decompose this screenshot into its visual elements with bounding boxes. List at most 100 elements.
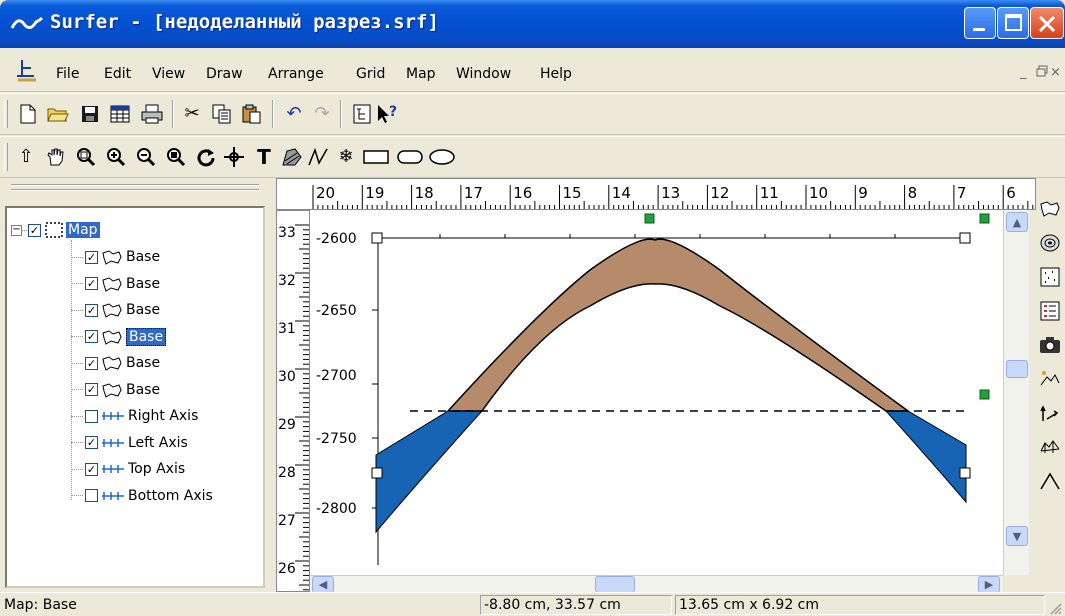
mdi-minimize-button[interactable]: _ [1020, 65, 1027, 80]
zoom-rectangle-icon[interactable] [74, 145, 98, 169]
visibility-checkbox[interactable]: ✓ [85, 462, 98, 476]
base-map-icon[interactable] [1037, 196, 1063, 222]
object-tree: − ✓ Map ✓ Base ✓ Base ✓ Base ✓ Base ✓ Base ✓ Base Ri… [5, 206, 265, 588]
save-icon[interactable] [78, 102, 102, 126]
scroll-up-button[interactable]: ▲ [1006, 212, 1028, 232]
axis-icon [102, 491, 124, 500]
rectangle-tool-icon[interactable] [362, 145, 390, 169]
copy-icon[interactable] [210, 102, 234, 126]
close-button[interactable] [1030, 7, 1064, 39]
mdi-close-button[interactable]: × [1050, 65, 1061, 80]
rounded-rectangle-tool-icon[interactable] [396, 145, 424, 169]
tree-item-base[interactable]: ✓ Base [71, 379, 160, 401]
select-arrow-icon[interactable]: ⇧ [14, 145, 38, 169]
tree-item-base[interactable]: ✓ Base [71, 326, 167, 348]
menu-grid[interactable]: Grid [356, 66, 385, 82]
menu-edit[interactable]: Edit [104, 66, 131, 82]
tree-item-axis[interactable]: ✓ Left Axis [71, 432, 188, 454]
tree-item-base[interactable]: ✓ Base [71, 299, 160, 321]
visibility-checkbox[interactable] [85, 489, 98, 502]
tree-item-map[interactable]: − ✓ Map [11, 219, 100, 241]
zoom-out-icon[interactable] [134, 145, 158, 169]
horizontal-scrollbar[interactable]: ◀ ▶ [310, 575, 1003, 593]
worksheet-icon[interactable] [108, 102, 132, 126]
redraw-icon[interactable] [194, 145, 218, 169]
scroll-right-button[interactable]: ▶ [978, 576, 1000, 593]
tree-item-label: Right Axis [128, 408, 199, 424]
tree-item-axis[interactable]: Right Axis [71, 405, 198, 427]
visibility-checkbox[interactable]: ✓ [85, 356, 98, 370]
move-icon[interactable] [222, 145, 246, 169]
scroll-down-button[interactable]: ▼ [1006, 526, 1028, 546]
horizontal-scroll-thumb[interactable] [595, 576, 635, 593]
toolbar-grip[interactable] [4, 100, 8, 128]
polyline-tool-icon[interactable] [306, 145, 330, 169]
visibility-checkbox[interactable]: ✓ [85, 436, 98, 449]
polygon-tool-icon[interactable] [280, 145, 304, 169]
horizontal-ruler: 20 19 18 17 16 15 14 13 12 11 10 9 8 7 6 [276, 178, 1036, 210]
zoom-page-icon[interactable] [164, 145, 188, 169]
tree-item-axis[interactable]: Bottom Axis [71, 485, 213, 507]
resize-grip-icon[interactable] [1048, 601, 1062, 615]
classed-post-icon[interactable] [1037, 298, 1063, 324]
zoom-in-icon[interactable] [104, 145, 128, 169]
text-tool-icon[interactable]: T [252, 145, 276, 169]
plot-canvas[interactable]: -2600 -2650 -2700 -2750 -2800 [310, 210, 1003, 575]
visibility-checkbox[interactable] [85, 409, 98, 423]
visibility-checkbox[interactable]: ✓ [85, 383, 98, 396]
menu-view[interactable]: View [152, 66, 185, 82]
document-icon [17, 60, 36, 82]
mdi-restore-button[interactable] [1036, 65, 1048, 81]
help-pointer-icon[interactable]: ? [376, 102, 400, 126]
menu-arrange[interactable]: Arrange [268, 66, 324, 82]
toolbar-grip[interactable] [4, 143, 8, 171]
open-icon[interactable] [46, 102, 70, 126]
tree-item-axis[interactable]: ✓ Top Axis [71, 458, 185, 480]
visibility-checkbox[interactable]: ✓ [85, 250, 98, 264]
tree-item-base[interactable]: ✓ Base [71, 352, 160, 374]
minimize-button[interactable] [964, 7, 996, 39]
visibility-checkbox[interactable]: ✓ [85, 330, 98, 343]
cut-icon[interactable]: ✂ [180, 102, 204, 126]
menu-file[interactable]: File [56, 66, 79, 82]
collapse-toggle[interactable]: − [11, 224, 22, 236]
wireframe-icon[interactable] [1037, 434, 1063, 460]
menu-help[interactable]: Help [540, 66, 572, 82]
ruler-label: 16 [513, 184, 532, 202]
selection-handle [371, 232, 383, 244]
visibility-checkbox[interactable]: ✓ [85, 277, 98, 290]
visibility-checkbox[interactable]: ✓ [85, 303, 98, 317]
contour-map-icon[interactable] [1037, 230, 1063, 256]
undo-icon[interactable]: ↶ [282, 102, 306, 126]
maximize-button[interactable] [997, 7, 1029, 39]
map-frame-icon [45, 222, 63, 238]
tree-item-label: Bottom Axis [128, 487, 213, 504]
tree-item-base[interactable]: ✓ Base [71, 246, 160, 268]
scroll-left-button[interactable]: ◀ [312, 576, 334, 593]
paste-icon[interactable] [240, 102, 264, 126]
ellipse-tool-icon[interactable] [428, 145, 456, 169]
new-icon[interactable] [16, 102, 40, 126]
shaded-relief-icon[interactable] [1037, 366, 1063, 392]
vector-map-icon[interactable] [1037, 400, 1063, 426]
vertical-scrollbar[interactable]: ▲ ▼ [1003, 210, 1029, 575]
post-map-icon[interactable] [1037, 264, 1063, 290]
menu-draw[interactable]: Draw [206, 66, 243, 82]
title-bar: Surfer - [недоделанный разрез.srf] [0, 0, 1065, 48]
image-map-icon[interactable] [1037, 332, 1063, 358]
tree-item-base[interactable]: ✓ Base [71, 273, 160, 295]
surface-icon[interactable] [1037, 468, 1063, 494]
symbol-tool-icon[interactable]: ❄ [334, 145, 358, 169]
redo-icon[interactable]: ↷ [310, 102, 334, 126]
menu-window[interactable]: Window [456, 66, 511, 82]
pan-hand-icon[interactable] [44, 145, 68, 169]
ruler-label: 30 [278, 369, 296, 385]
ruler-label: 27 [278, 513, 296, 529]
visibility-checkbox[interactable]: ✓ [28, 223, 41, 237]
menu-map[interactable]: Map [406, 66, 436, 82]
vertical-scroll-thumb[interactable] [1006, 360, 1028, 378]
panel-header[interactable] [5, 178, 265, 204]
ruler-label: 7 [957, 184, 967, 202]
print-icon[interactable] [140, 102, 164, 126]
object-manager-icon[interactable] [350, 102, 374, 126]
